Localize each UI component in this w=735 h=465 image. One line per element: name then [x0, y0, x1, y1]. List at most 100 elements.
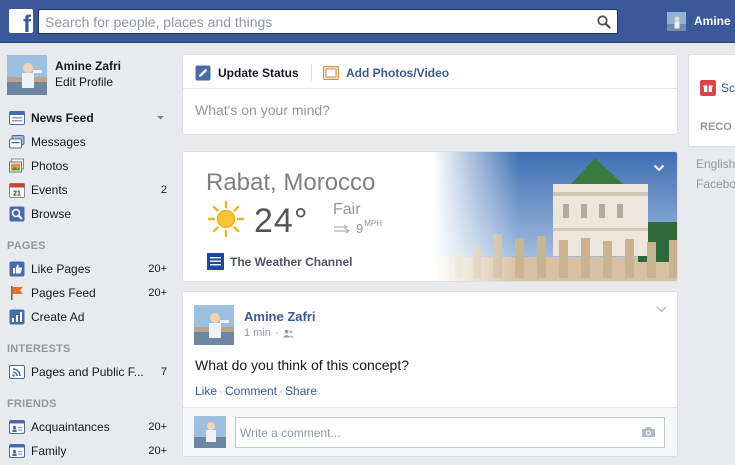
right-sidebar-item[interactable]: Sc — [700, 80, 735, 96]
sidebar-item-label: Family — [31, 444, 67, 458]
right-sidebar-item-label: Sc — [721, 81, 735, 95]
sidebar-item-news-feed[interactable]: News Feed — [9, 107, 167, 129]
dot-separator: · — [279, 384, 284, 398]
weather-card: Rabat, Morocco 24° Fair 9 MPH The Weather… — [182, 151, 678, 282]
create-ad-icon — [9, 309, 25, 325]
wind-speed: 9 — [356, 221, 364, 236]
sidebar-item-label: News Feed — [31, 111, 94, 125]
share-link[interactable]: Share — [285, 384, 317, 398]
composer-tabs: Update Status Add Photos/Video — [183, 55, 677, 89]
interests-heading[interactable]: INTERESTS — [7, 343, 71, 355]
language-link[interactable]: English — [696, 157, 735, 171]
post-actions: Like · Comment · Share — [195, 384, 317, 398]
avatar — [667, 11, 686, 31]
search-bar — [38, 9, 618, 34]
search-input[interactable] — [39, 10, 589, 33]
comment-box — [235, 417, 665, 448]
top-profile-link[interactable]: Amine — [667, 11, 731, 31]
footer-link[interactable]: Facebo — [696, 177, 735, 191]
pages-heading[interactable]: PAGES — [7, 240, 46, 252]
sidebar-item-label: Like Pages — [31, 262, 91, 276]
acquaintances-icon — [9, 420, 25, 434]
weather-wind: 9 MPH — [333, 219, 383, 236]
sidebar-item-acquaintances[interactable]: Acquaintances 20+ — [9, 416, 167, 438]
sidebar-item-browse[interactable]: Browse — [9, 203, 167, 225]
sun-icon — [207, 200, 245, 238]
weather-channel-name: The Weather Channel — [230, 254, 353, 269]
top-user-name: Amine — [694, 14, 731, 28]
comment-input[interactable] — [236, 418, 634, 447]
post-timestamp[interactable]: 1 min — [244, 327, 271, 339]
messages-icon — [9, 135, 25, 149]
sidebar-item-label: Pages Feed — [31, 286, 96, 300]
weather-channel-link[interactable]: The Weather Channel — [207, 253, 352, 270]
rabat-mausoleum-photo — [433, 152, 677, 281]
sidebar-item-create-ad[interactable]: Create Ad — [9, 306, 167, 328]
caret-down-icon[interactable] — [156, 115, 165, 121]
wind-unit: MPH — [364, 219, 383, 228]
search-button[interactable] — [591, 10, 617, 33]
post-body: What do you think of this concept? — [195, 357, 410, 373]
chevron-down-icon[interactable] — [656, 306, 667, 313]
like-link[interactable]: Like — [195, 384, 217, 398]
edit-profile-link[interactable]: Edit Profile — [55, 75, 113, 89]
family-icon — [9, 444, 25, 458]
count-badge: 20+ — [148, 263, 167, 275]
sidebar-item-label: Create Ad — [31, 310, 85, 324]
sidebar-item-family[interactable]: Family 20+ — [9, 440, 167, 462]
sidebar-item-photos[interactable]: Photos — [9, 155, 167, 177]
profile-name[interactable]: Amine Zafri — [55, 59, 121, 73]
sidebar-item-messages[interactable]: Messages — [9, 131, 167, 153]
update-status-tab[interactable]: Update Status — [195, 64, 299, 82]
sidebar-item-pages-feed[interactable]: Pages Feed 20+ — [9, 282, 167, 304]
photo-video-icon — [323, 66, 339, 80]
friends-heading[interactable]: FRIENDS — [7, 398, 57, 410]
browse-icon — [9, 206, 25, 222]
facebook-logo[interactable]: f — [9, 9, 33, 33]
add-photos-tab[interactable]: Add Photos/Video — [323, 64, 449, 82]
count-badge: 20+ — [148, 287, 167, 299]
like-pages-icon — [9, 261, 25, 277]
sidebar-item-label: Events — [31, 183, 68, 197]
add-photos-label: Add Photos/Video — [346, 66, 450, 80]
chevron-down-icon[interactable] — [653, 164, 665, 172]
tab-divider — [311, 64, 312, 81]
sidebar-item-events[interactable]: 21 Events 2 — [9, 179, 167, 201]
sidebar-item-like-pages[interactable]: Like Pages 20+ — [9, 258, 167, 280]
dot-separator: · — [219, 384, 224, 398]
news-feed-icon — [9, 111, 25, 125]
comment-section — [183, 407, 677, 456]
post-meta: 1 min · — [244, 327, 294, 339]
sidebar-item-label: Acquaintances — [31, 420, 110, 434]
camera-icon[interactable] — [641, 426, 656, 438]
sidebar-item-pages-public-feed[interactable]: Pages and Public F... 7 — [9, 361, 167, 383]
update-status-label: Update Status — [218, 66, 299, 80]
count-badge: 20+ — [148, 445, 167, 457]
sidebar-item-label: Pages and Public F... — [31, 365, 144, 379]
gift-icon — [700, 80, 716, 96]
avatar — [194, 416, 226, 448]
status-input[interactable]: What's on your mind? — [195, 102, 330, 118]
pages-public-feed-icon — [9, 365, 25, 379]
friends-audience-icon[interactable] — [283, 329, 294, 338]
sidebar-item-label: Photos — [31, 159, 69, 173]
dot-separator: · — [274, 327, 279, 339]
comment-link[interactable]: Comment — [225, 384, 277, 398]
avatar — [7, 55, 47, 95]
weather-temperature: 24° — [254, 202, 309, 240]
count-badge: 7 — [160, 366, 167, 378]
count-badge: 20+ — [148, 421, 167, 433]
svg-text:21: 21 — [13, 191, 21, 198]
photos-icon — [9, 158, 24, 173]
weather-city: Rabat, Morocco — [206, 169, 376, 196]
weather-channel-logo — [207, 253, 224, 270]
left-sidebar: Amine Zafri Edit Profile News Feed Messa… — [0, 43, 175, 465]
post-author[interactable]: Amine Zafri — [244, 309, 316, 324]
pages-feed-icon — [11, 286, 23, 300]
profile-summary[interactable]: Amine Zafri Edit Profile — [7, 55, 172, 95]
count-badge: 2 — [160, 184, 167, 196]
sidebar-item-label: Browse — [31, 207, 72, 221]
events-icon: 21 — [9, 183, 25, 198]
weather-condition: Fair — [333, 201, 361, 218]
avatar[interactable] — [194, 305, 234, 345]
